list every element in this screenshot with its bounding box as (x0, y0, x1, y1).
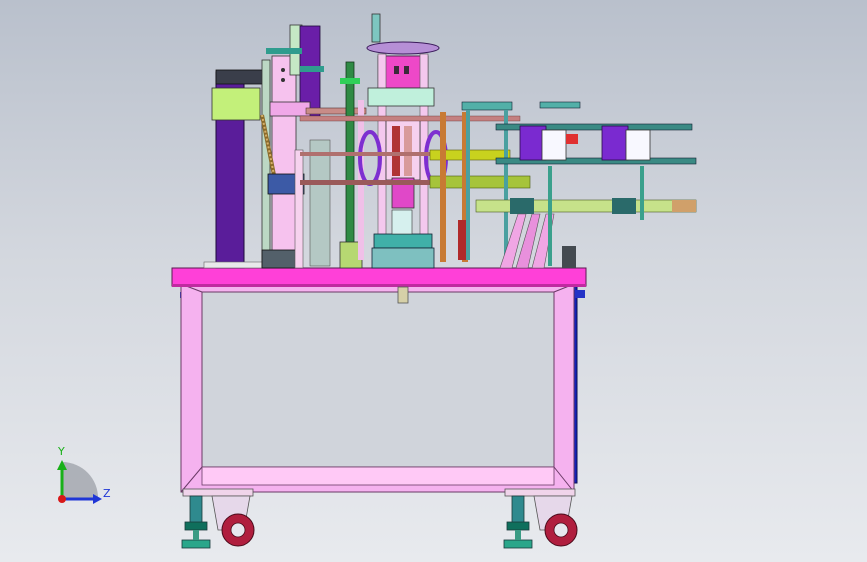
cad-viewport[interactable]: Y Z (0, 0, 867, 562)
caster-wheel-right (503, 488, 578, 549)
coordinate-triad[interactable]: Y Z (57, 445, 111, 504)
caster-wheel-left (181, 488, 255, 549)
left-column-assembly (203, 24, 367, 269)
triad-x-axis (58, 495, 66, 503)
machine-assembly-model[interactable]: Y Z (0, 0, 867, 562)
triad-z-label: Z (103, 487, 111, 500)
triad-quadrant (62, 462, 99, 499)
center-press-column (358, 13, 448, 269)
table-frame (171, 267, 587, 493)
triad-y-label: Y (57, 445, 65, 458)
